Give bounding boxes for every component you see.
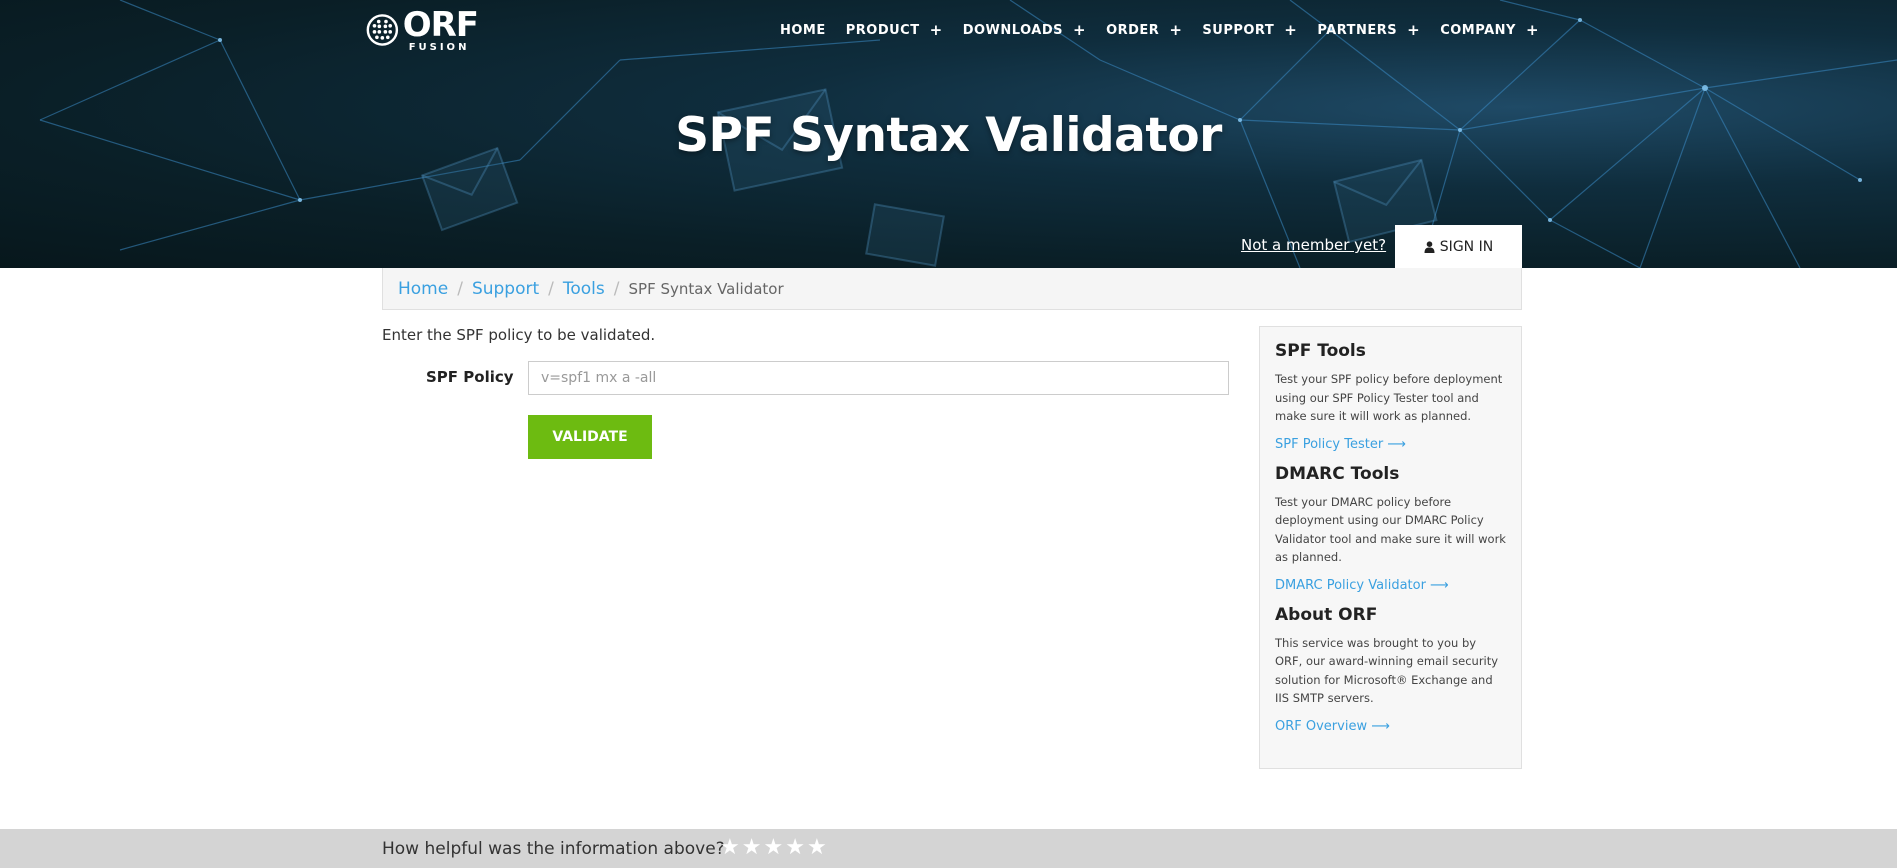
- plus-icon[interactable]: +: [1169, 21, 1182, 39]
- star-icon[interactable]: ★: [763, 836, 783, 860]
- breadcrumb-support[interactable]: Support: [472, 279, 539, 299]
- sidebar-text: Test your SPF policy before deployment u…: [1275, 372, 1503, 423]
- breadcrumb-separator: /: [613, 278, 620, 299]
- breadcrumb-current: SPF Syntax Validator: [628, 279, 784, 298]
- feedback-question: How helpful was the information above?: [382, 839, 725, 859]
- nav-item-home[interactable]: HOME: [780, 23, 826, 38]
- sign-in-button[interactable]: SIGN IN: [1395, 225, 1522, 268]
- sidebar-text: Test your DMARC policy before deployment…: [1275, 494, 1506, 565]
- plus-icon[interactable]: +: [1073, 21, 1086, 39]
- orf-fusion-logo[interactable]: ORF FUSION: [366, 2, 479, 58]
- breadcrumb-tools[interactable]: Tools: [563, 279, 605, 299]
- star-icon[interactable]: ★: [742, 836, 762, 860]
- logo-text: ORF: [402, 4, 479, 45]
- star-icon[interactable]: ★: [785, 836, 805, 860]
- sidebar-section-about-orf: About ORF This service was brought to yo…: [1275, 605, 1506, 734]
- nav-item-company[interactable]: COMPANY +: [1440, 21, 1539, 39]
- sidebar-heading: About ORF: [1275, 604, 1378, 625]
- intro-text: Enter the SPF policy to be validated.: [382, 326, 656, 344]
- nav-item-order[interactable]: ORDER +: [1106, 21, 1182, 39]
- not-member-link[interactable]: Not a member yet?: [1241, 236, 1386, 254]
- plus-icon[interactable]: +: [1526, 21, 1539, 39]
- nav-item-partners[interactable]: PARTNERS +: [1317, 21, 1420, 39]
- nav-item-support[interactable]: SUPPORT +: [1202, 21, 1297, 39]
- plus-icon[interactable]: +: [930, 21, 943, 39]
- dmarc-policy-validator-link[interactable]: DMARC Policy Validator ⟶: [1275, 578, 1449, 593]
- logo-subtext: FUSION: [408, 41, 470, 53]
- sidebar-text: This service was brought to you by ORF, …: [1275, 635, 1499, 706]
- spf-policy-label: SPF Policy: [426, 368, 514, 386]
- logo-dots-icon: [366, 14, 399, 46]
- sidebar-heading: SPF Tools: [1275, 341, 1366, 361]
- sidebar-section-dmarc-tools: DMARC Tools Test your DMARC policy befor…: [1275, 464, 1506, 593]
- spf-policy-tester-link[interactable]: SPF Policy Tester ⟶: [1275, 437, 1406, 452]
- orf-overview-link[interactable]: ORF Overview ⟶: [1275, 719, 1390, 734]
- validate-button[interactable]: VALIDATE: [528, 415, 652, 459]
- tools-sidebar: SPF Tools Test your SPF policy before de…: [1259, 326, 1522, 769]
- main-nav: HOME PRODUCT + DOWNLOADS + ORDER + SUPPORT +…: [780, 20, 1559, 40]
- user-icon: [1424, 241, 1435, 253]
- page-title: SPF Syntax Validator: [675, 108, 1222, 163]
- nav-item-downloads[interactable]: DOWNLOADS +: [963, 21, 1086, 39]
- plus-icon[interactable]: +: [1407, 21, 1420, 39]
- sidebar-section-spf-tools: SPF Tools Test your SPF policy before de…: [1275, 341, 1506, 452]
- breadcrumb: Home / Support / Tools / SPF Syntax Vali…: [382, 268, 1522, 310]
- feedback-bar: How helpful was the information above? ★…: [0, 829, 1897, 868]
- breadcrumb-separator: /: [548, 278, 554, 299]
- plus-icon[interactable]: +: [1284, 21, 1297, 39]
- breadcrumb-home[interactable]: Home: [398, 279, 448, 299]
- breadcrumb-separator: /: [457, 278, 463, 299]
- star-icon[interactable]: ★: [720, 836, 740, 860]
- sign-in-label: SIGN IN: [1439, 239, 1494, 255]
- hero-banner: ORF FUSION HOME PRODUCT + DOWNLOADS + ORDE…: [0, 0, 1897, 268]
- spf-policy-input[interactable]: [528, 361, 1229, 395]
- nav-item-product[interactable]: PRODUCT +: [846, 21, 943, 39]
- star-rating: ★ ★ ★ ★ ★: [720, 836, 829, 860]
- sidebar-heading: DMARC Tools: [1275, 463, 1400, 484]
- star-icon[interactable]: ★: [807, 836, 827, 860]
